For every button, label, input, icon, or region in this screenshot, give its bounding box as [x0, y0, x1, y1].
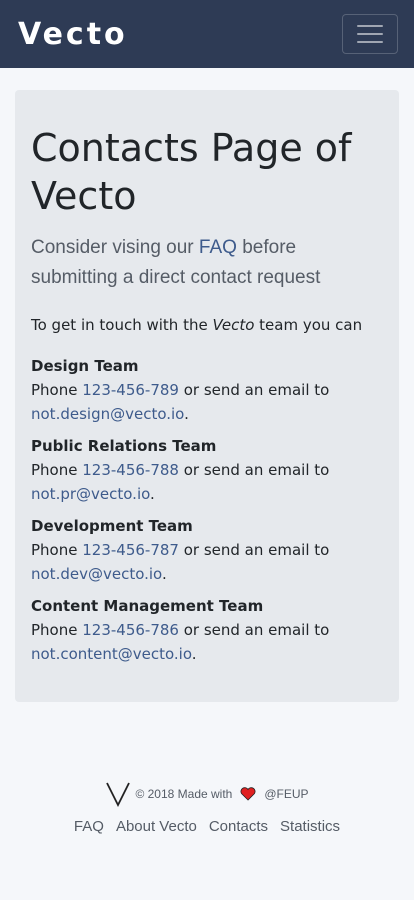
teams-list: Design Team Phone 123-456-789 or send an … [31, 354, 383, 666]
team-name: Design Team [31, 357, 139, 375]
heart-icon [240, 787, 256, 801]
footer-links: FAQ About Vecto Contacts Statistics [0, 818, 414, 835]
email-link[interactable]: not.design@vecto.io [31, 405, 184, 423]
brand-logo[interactable]: Vecto [18, 17, 128, 52]
team-name: Content Management Team [31, 597, 264, 615]
navbar: Vecto [0, 0, 414, 68]
footer-link-contacts[interactable]: Contacts [209, 818, 268, 835]
footer-link-about[interactable]: About Vecto [116, 818, 197, 835]
footer-link-faq[interactable]: FAQ [74, 818, 104, 835]
org-text: @FEUP [264, 787, 309, 801]
team-contact: Content Management Team Phone 123-456-786… [31, 594, 383, 666]
phone-link[interactable]: 123-456-789 [82, 381, 179, 399]
team-contact-line: Phone 123-456-787 or send an email to [31, 541, 330, 559]
team-email-line: not.pr@vecto.io. [31, 485, 155, 503]
vecto-v-logo-icon [106, 782, 131, 808]
footer-credit: © 2018 Made with @FEUP [0, 780, 414, 808]
team-email-line: not.content@vecto.io. [31, 645, 197, 663]
phone-link[interactable]: 123-456-786 [82, 621, 179, 639]
footer-link-statistics[interactable]: Statistics [280, 818, 340, 835]
team-name: Development Team [31, 517, 193, 535]
email-link[interactable]: not.pr@vecto.io [31, 485, 150, 503]
team-email-line: not.design@vecto.io. [31, 405, 189, 423]
contacts-panel: Contacts Page of Vecto Consider vising o… [15, 90, 399, 702]
team-contact-line: Phone 123-456-788 or send an email to [31, 461, 330, 479]
team-contact: Public Relations Team Phone 123-456-788 o… [31, 434, 383, 506]
team-contact-line: Phone 123-456-786 or send an email to [31, 621, 330, 639]
phone-link[interactable]: 123-456-787 [82, 541, 179, 559]
team-name: Public Relations Team [31, 437, 217, 455]
email-link[interactable]: not.dev@vecto.io [31, 565, 162, 583]
team-contact: Development Team Phone 123-456-787 or sen… [31, 514, 383, 586]
page-title: Contacts Page of Vecto [31, 126, 352, 218]
team-email-line: not.dev@vecto.io. [31, 565, 167, 583]
lead-text: Consider vising our FAQ before submittin… [31, 237, 321, 288]
intro-brand: Vecto [212, 316, 255, 334]
email-link[interactable]: not.content@vecto.io [31, 645, 192, 663]
hamburger-menu-icon[interactable] [342, 14, 398, 54]
team-contact: Design Team Phone 123-456-789 or send an … [31, 354, 383, 426]
intro-text: To get in touch with the Vecto team you … [31, 316, 363, 334]
copyright-text: © 2018 Made with [135, 787, 233, 801]
team-contact-line: Phone 123-456-789 or send an email to [31, 381, 330, 399]
faq-link[interactable]: FAQ [199, 237, 237, 258]
footer: © 2018 Made with @FEUP FAQ About Vecto C… [0, 780, 414, 835]
phone-link[interactable]: 123-456-788 [82, 461, 179, 479]
